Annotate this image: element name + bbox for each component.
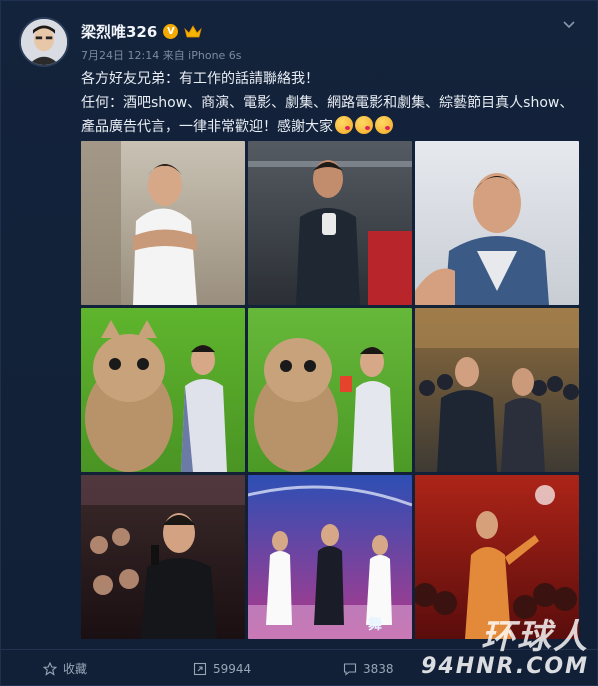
star-icon bbox=[43, 661, 57, 676]
post-text-line1: 各方好友兄弟：有工作的話請聯絡我！ bbox=[81, 71, 319, 87]
photo-thumbnail[interactable] bbox=[415, 308, 579, 472]
photo-thumbnail[interactable] bbox=[81, 475, 245, 639]
action-bar: 收藏 59944 3838 bbox=[1, 649, 598, 686]
favorite-label: 收藏 bbox=[63, 662, 88, 676]
photo-thumbnail[interactable] bbox=[415, 141, 579, 305]
comment-button[interactable]: 3838 bbox=[301, 662, 451, 676]
chevron-down-icon[interactable] bbox=[561, 17, 577, 33]
kiss-emoji-icon bbox=[335, 116, 353, 134]
photo-thumbnail[interactable] bbox=[81, 308, 245, 472]
repost-button[interactable]: 59944 bbox=[151, 662, 301, 676]
photo-thumbnail[interactable] bbox=[248, 141, 412, 305]
photo-thumbnail[interactable] bbox=[81, 141, 245, 305]
repost-count: 59944 bbox=[213, 661, 252, 676]
photo-grid: 舞 bbox=[81, 141, 579, 639]
repost-icon bbox=[193, 662, 207, 675]
svg-text:舞: 舞 bbox=[368, 616, 382, 633]
photo-thumbnail[interactable]: 舞 bbox=[248, 475, 412, 639]
post-text: 各方好友兄弟：有工作的話請聯絡我！ 任何：酒吧show、商演、電影、劇集、網路電… bbox=[81, 67, 581, 139]
weibo-post-card: 梁烈唯326 V 7月24日 12:14 来自 iPhone 6s 各方好友兄弟… bbox=[0, 0, 598, 686]
photo-thumbnail[interactable] bbox=[415, 475, 579, 639]
avatar[interactable] bbox=[19, 17, 69, 67]
comment-icon bbox=[343, 662, 357, 676]
kiss-emoji-icon bbox=[355, 116, 373, 134]
post-text-line2: 任何：酒吧show、商演、電影、劇集、網路電影和劇集、綜藝節目真人show、產品… bbox=[81, 95, 574, 135]
username[interactable]: 梁烈唯326 V bbox=[81, 21, 203, 42]
username-text[interactable]: 梁烈唯326 bbox=[81, 21, 157, 42]
comment-count: 3838 bbox=[363, 661, 394, 676]
post-meta: 7月24日 12:14 来自 iPhone 6s bbox=[81, 49, 242, 62]
verified-icon: V bbox=[163, 24, 179, 39]
kiss-emoji-icon bbox=[375, 116, 393, 134]
favorite-button[interactable]: 收藏 bbox=[1, 660, 151, 677]
vip-crown-icon bbox=[184, 25, 203, 38]
photo-thumbnail[interactable] bbox=[248, 308, 412, 472]
